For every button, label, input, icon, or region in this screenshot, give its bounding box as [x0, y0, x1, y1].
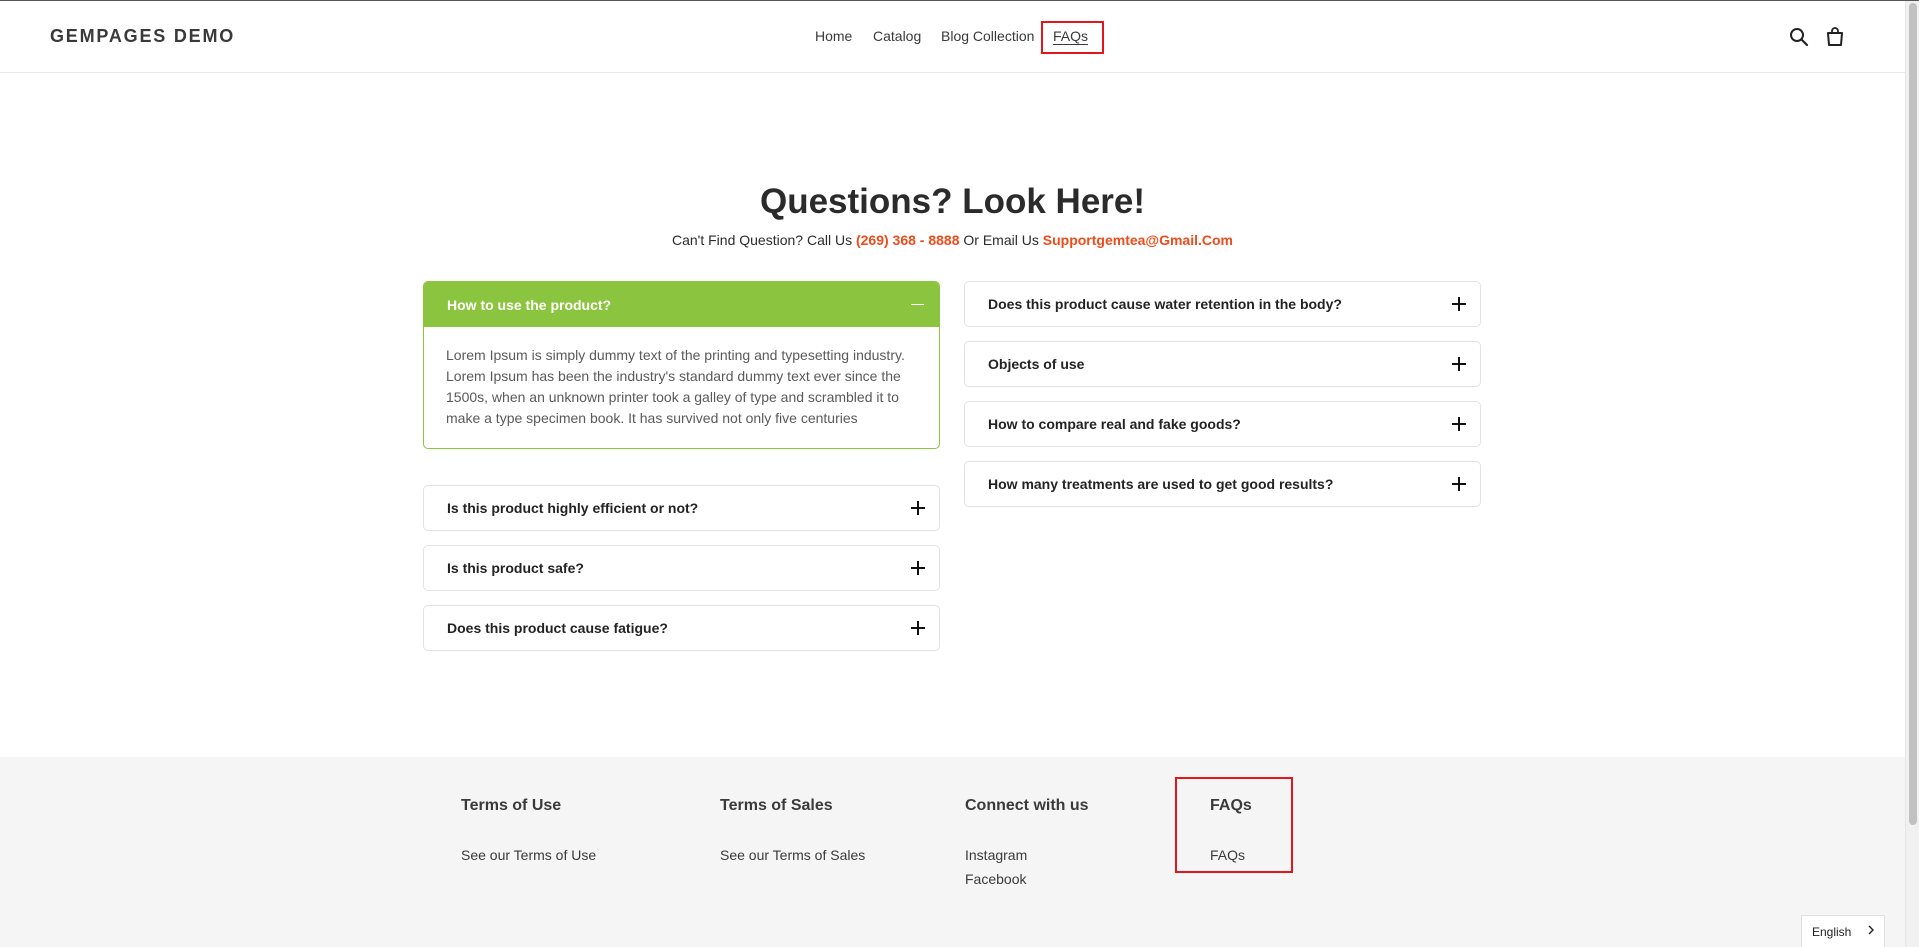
faq-item-water-retention[interactable]: Does this product cause water retention … [964, 281, 1481, 327]
faq-question-row[interactable]: Objects of use [965, 342, 1480, 386]
footer-heading: FAQs [1210, 797, 1252, 814]
collapse-icon[interactable] [911, 298, 925, 312]
expand-icon[interactable] [911, 561, 925, 575]
faq-answer: Lorem Ipsum is simply dummy text of the … [446, 347, 905, 426]
page-subtitle: Can't Find Question? Call Us (269) 368 -… [0, 232, 1905, 248]
footer-col-connect: Connect with us Instagram Facebook [965, 797, 1089, 891]
faq-question: Does this product cause fatigue? [447, 620, 668, 636]
phone-number[interactable]: (269) 368 - 8888 [856, 232, 960, 248]
footer-link-terms-of-sales[interactable]: See our Terms of Sales [720, 843, 865, 867]
faq-question-row[interactable]: Is this product highly efficient or not? [424, 486, 939, 530]
faq-question-row[interactable]: Does this product cause water retention … [965, 282, 1480, 326]
faq-question-row[interactable]: How many treatments are used to get good… [965, 462, 1480, 506]
footer-heading: Terms of Sales [720, 797, 833, 814]
expand-icon[interactable] [911, 501, 925, 515]
faq-item-real-fake[interactable]: How to compare real and fake goods? [964, 401, 1481, 447]
faq-question-row[interactable]: Is this product safe? [424, 546, 939, 590]
footer-heading: Terms of Use [461, 797, 562, 814]
scrollbar-thumb[interactable] [1909, 3, 1917, 825]
language-selector[interactable]: English [1801, 915, 1885, 947]
faq-question: How to use the product? [447, 296, 612, 313]
expand-icon[interactable] [1452, 477, 1466, 491]
expand-icon[interactable] [1452, 357, 1466, 371]
faq-item-how-to-use[interactable]: How to use the product? Lorem Ipsum is s… [423, 281, 940, 449]
page-scrollbar[interactable] [1905, 1, 1919, 947]
faq-item-safe[interactable]: Is this product safe? [423, 545, 940, 591]
subtitle-call-text: Can't Find Question? Call Us [672, 232, 853, 248]
footer-link-instagram[interactable]: Instagram [965, 843, 1089, 867]
footer-link-terms-of-use[interactable]: See our Terms of Use [461, 843, 596, 867]
chevron-right-icon [1866, 924, 1876, 939]
faq-question-row[interactable]: Does this product cause fatigue? [424, 606, 939, 650]
language-label: English [1812, 924, 1852, 939]
support-email[interactable]: Supportgemtea@Gmail.Com [1043, 232, 1233, 248]
faq-question: How many treatments are used to get good… [988, 476, 1334, 492]
site-header: GEMPAGES DEMO Home Catalog Blog Collecti… [0, 1, 1905, 73]
main-nav: Home Catalog Blog Collection FAQs [0, 1, 1905, 72]
nav-catalog[interactable]: Catalog [873, 28, 921, 44]
footer-col-terms-of-use: Terms of Use See our Terms of Use [461, 797, 596, 867]
faq-question: Is this product highly efficient or not? [447, 500, 699, 516]
nav-faqs[interactable]: FAQs [1053, 28, 1088, 44]
cart-icon[interactable] [1824, 26, 1846, 48]
subtitle-email-text: Or Email Us [963, 232, 1039, 248]
nav-home[interactable]: Home [815, 28, 852, 44]
faq-question: Objects of use [988, 356, 1085, 372]
faq-item-fatigue[interactable]: Does this product cause fatigue? [423, 605, 940, 651]
site-footer: Terms of Use See our Terms of Use Terms … [0, 757, 1905, 947]
footer-col-faqs: FAQs FAQs [1210, 797, 1252, 867]
page-title: Questions? Look Here! [759, 182, 1146, 221]
expand-icon[interactable] [1452, 297, 1466, 311]
search-icon[interactable] [1788, 26, 1810, 48]
expand-icon[interactable] [911, 621, 925, 635]
nav-blog-collection[interactable]: Blog Collection [941, 28, 1034, 44]
faq-item-treatments[interactable]: How many treatments are used to get good… [964, 461, 1481, 507]
faq-item-objects-of-use[interactable]: Objects of use [964, 341, 1481, 387]
footer-link-facebook[interactable]: Facebook [965, 867, 1089, 891]
faq-question: Does this product cause water retention … [988, 296, 1342, 312]
faq-item-efficient[interactable]: Is this product highly efficient or not? [423, 485, 940, 531]
faq-question-row[interactable]: How to compare real and fake goods? [965, 402, 1480, 446]
faq-question: How to compare real and fake goods? [988, 416, 1241, 432]
faq-question: Is this product safe? [447, 560, 584, 576]
expand-icon[interactable] [1452, 417, 1466, 431]
faq-question-row[interactable]: How to use the product? [424, 282, 939, 327]
footer-link-faqs[interactable]: FAQs [1210, 843, 1252, 867]
footer-col-terms-of-sales: Terms of Sales See our Terms of Sales [720, 797, 865, 867]
footer-heading: Connect with us [965, 797, 1089, 814]
